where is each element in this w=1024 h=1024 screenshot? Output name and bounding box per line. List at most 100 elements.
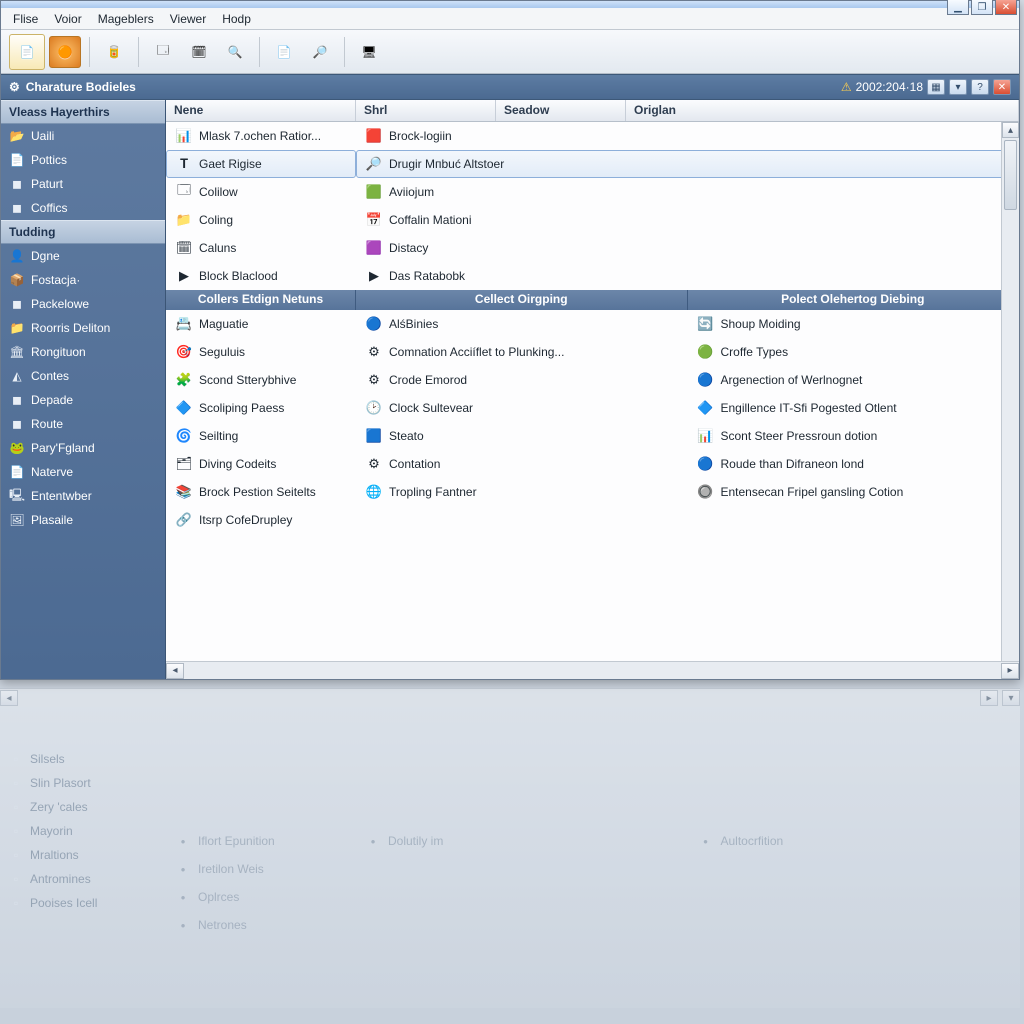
list-item[interactable]: •Oplrces	[165, 883, 355, 911]
list-item[interactable]: •Dolutily im	[355, 827, 688, 855]
scroll-left-icon[interactable]: ◂	[166, 663, 184, 679]
sidebar-item[interactable]: ▫Antromines	[0, 867, 165, 891]
subheader-b[interactable]: Cellect Oirgping	[356, 290, 688, 310]
sidebar-item[interactable]: ◼Packelowe	[1, 292, 165, 316]
sidebar-item[interactable]: 📦Fostacja·	[1, 268, 165, 292]
menu-file[interactable]: Flise	[5, 10, 46, 28]
list-item[interactable]: 📅Coffalin Mationi	[356, 206, 1019, 234]
menu-help[interactable]: Hodp	[214, 10, 259, 28]
col-shell[interactable]: Shrl	[356, 100, 496, 121]
list-item[interactable]: 🔷Scoliping Paess	[166, 394, 356, 422]
list-item[interactable]: 📁Coling	[166, 206, 356, 234]
sidebar-item[interactable]: 📁Roorris Deliton	[1, 316, 165, 340]
list-item[interactable]: ⚙Contation	[356, 450, 688, 478]
list-item[interactable]: 🟢Croffe Types	[688, 338, 1020, 366]
sidebar-item[interactable]: ◼Depade	[1, 388, 165, 412]
tool-new-icon[interactable]: 📄	[9, 34, 45, 70]
subheader-c[interactable]: Polect Olehertog Diebing	[688, 290, 1020, 310]
list-item[interactable]: ▶Block Blaclood	[166, 262, 356, 290]
sidebar-item[interactable]: ◼Coffics	[1, 196, 165, 220]
band-close-button[interactable]: ✕	[993, 79, 1011, 95]
tool-calendar-icon[interactable]: 🗓	[183, 36, 215, 68]
minimize-button[interactable]: ▁	[947, 0, 969, 15]
col-origin[interactable]: Origlan	[626, 100, 1019, 121]
sidebar-item[interactable]: 🖳Ententwber	[1, 484, 165, 508]
list-item[interactable]: 𝐓Gaet Rigise	[166, 150, 356, 178]
list-item[interactable]: 🟦Steato	[356, 422, 688, 450]
sidebar-item[interactable]: 👤Dgne	[1, 244, 165, 268]
list-item[interactable]: 🔘Entensecan Fripel gansling Cotion	[688, 478, 1020, 506]
list-item[interactable]: •Iretilon Weis	[165, 855, 355, 883]
vertical-scrollbar[interactable]: ▴	[1001, 122, 1019, 661]
band-help-button[interactable]: ?	[971, 79, 989, 95]
list-item[interactable]: ⚙Crode Emorod	[356, 366, 688, 394]
list-item[interactable]: ⚙Comnation Acciíflet to Plunking...	[356, 338, 688, 366]
sidebar-item[interactable]: ▫Pooises Icell	[0, 891, 165, 915]
sidebar-item[interactable]: 📂Uaili	[1, 124, 165, 148]
list-item[interactable]: 🗓Caluns	[166, 234, 356, 262]
sidebar-item[interactable]: ▫Slin Plasort	[0, 771, 165, 795]
list-item[interactable]: 🔗Itsrp CofeDrupley	[166, 506, 356, 534]
subheader-a[interactable]: Collers Etdign Netuns	[166, 290, 356, 310]
sidebar-item[interactable]: 📄Pottics	[1, 148, 165, 172]
tool-doc-icon[interactable]: 📄	[268, 36, 300, 68]
list-item[interactable]: 🔵Roude than Difraneon lond	[688, 450, 1020, 478]
sidebar-item[interactable]: ▫Silsels	[0, 747, 165, 771]
list-item[interactable]: 🔵Argenection of Werlnognet	[688, 366, 1020, 394]
list-item[interactable]: 🟥Brock-logiin	[356, 122, 1019, 150]
menu-managers[interactable]: Mageblers	[90, 10, 162, 28]
list-item[interactable]: 🟩Aviiojum	[356, 178, 1019, 206]
sidebar-item[interactable]: 📄Naterve	[1, 460, 165, 484]
list-item[interactable]: •Aultocrfition	[688, 827, 1021, 855]
list-item[interactable]: 📚Brock Pestion Seitelts	[166, 478, 356, 506]
tool-panel-icon[interactable]: 🗔	[147, 36, 179, 68]
list-item[interactable]: 🧩Scond Stterybhive	[166, 366, 356, 394]
band-grid-button[interactable]: ▦	[927, 79, 945, 95]
list-item[interactable]: 📊Mlask 7.ochen Ratior...	[166, 122, 356, 150]
list-item[interactable]: 🔎Drugir Mпbuć Altstoer	[356, 150, 1019, 178]
menu-view[interactable]: Voior	[46, 10, 89, 28]
horizontal-scrollbar[interactable]: ◂ ▸	[166, 661, 1019, 679]
menu-viewer[interactable]: Viewer	[162, 10, 214, 28]
sidebar-item[interactable]: ▫Mraltions	[0, 843, 165, 867]
maximize-button[interactable]: ❐	[971, 0, 993, 15]
scroll-up-icon[interactable]: ▴	[1002, 122, 1019, 138]
sidebar-item[interactable]: 🖼Plasaile	[1, 508, 165, 532]
list-item[interactable]: 🔵AlśBinies	[356, 310, 688, 338]
tool-db-icon[interactable]: 🥫	[98, 36, 130, 68]
tool-search-icon[interactable]: 🔍	[219, 36, 251, 68]
sidebar-item[interactable]: 🏛Rongituon	[1, 340, 165, 364]
list-item[interactable]: 🌐Tropling Fantner	[356, 478, 688, 506]
sidebar-item[interactable]: ◭Contes	[1, 364, 165, 388]
sidebar-item[interactable]: ▫Zery 'cales	[0, 795, 165, 819]
sidebar-item[interactable]: 🐸Pary'Fgland	[1, 436, 165, 460]
list-item[interactable]: 🎯Seguluis	[166, 338, 356, 366]
sidebar-item[interactable]: ◼Route	[1, 412, 165, 436]
lower-hscroll[interactable]: ◂ ▸ ▾	[0, 689, 1020, 707]
band-dropdown-button[interactable]: ▾	[949, 79, 967, 95]
scroll-right-icon[interactable]: ▸	[1001, 663, 1019, 679]
scroll-right-icon[interactable]: ▸	[980, 690, 998, 706]
tool-globe-icon[interactable]: 🟠	[49, 36, 81, 68]
tool-find-icon[interactable]: 🔎	[304, 36, 336, 68]
tool-screen-icon[interactable]: 🖥	[353, 36, 385, 68]
col-name[interactable]: Nene	[166, 100, 356, 121]
list-item[interactable]: •Iflort Epunition	[165, 827, 355, 855]
list-item[interactable]: 🟪Distacy	[356, 234, 1019, 262]
list-item[interactable]: 🌀Seilting	[166, 422, 356, 450]
list-item[interactable]: 📊Scont Steer Pressroun dotion	[688, 422, 1020, 450]
list-item[interactable]: 🗔Colilow	[166, 178, 356, 206]
sidebar-item[interactable]: ◼Paturt	[1, 172, 165, 196]
list-item[interactable]: 🔷Engillence IT-Sfi Pogested Otlent	[688, 394, 1020, 422]
scroll-left-icon[interactable]: ◂	[0, 690, 18, 706]
list-item[interactable]: 🕑Clock Sultevear	[356, 394, 688, 422]
list-item[interactable]: •Netrones	[165, 911, 355, 939]
close-button[interactable]: ✕	[995, 0, 1017, 15]
scroll-down-icon[interactable]: ▾	[1002, 690, 1020, 706]
list-item[interactable]: 🔄Shoup Moiding	[688, 310, 1020, 338]
col-shadow[interactable]: Seadow	[496, 100, 626, 121]
scroll-thumb[interactable]	[1004, 140, 1017, 210]
list-item[interactable]: ▶Das Ratabobk	[356, 262, 1019, 290]
list-item[interactable]: 📇Maguatie	[166, 310, 356, 338]
sidebar-item[interactable]: ▫Mayorin	[0, 819, 165, 843]
